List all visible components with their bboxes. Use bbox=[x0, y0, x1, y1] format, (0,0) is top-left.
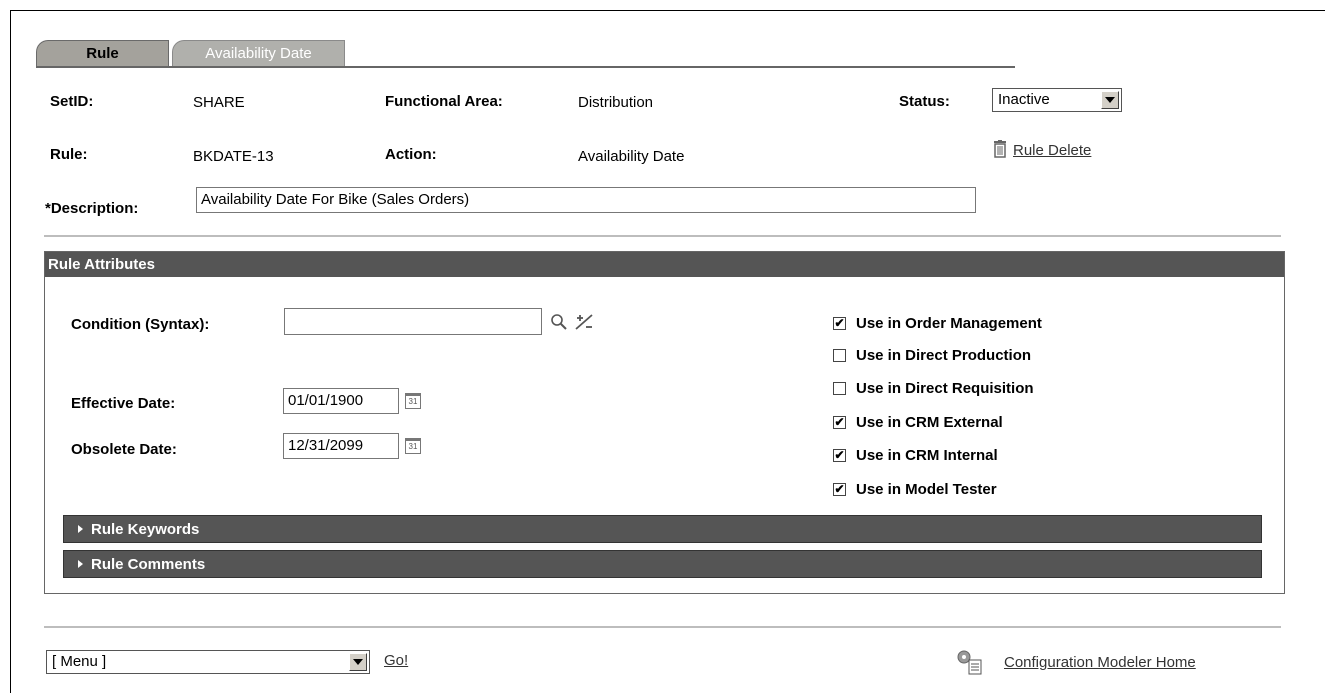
checkbox[interactable] bbox=[833, 381, 846, 395]
description-label: *Description: bbox=[45, 200, 139, 217]
rule-keywords-section[interactable]: Rule Keywords bbox=[63, 515, 1262, 543]
effective-date-input[interactable]: 01/01/1900 bbox=[283, 388, 399, 414]
menu-select[interactable]: [ Menu ] bbox=[46, 650, 370, 674]
functional-area-value: Distribution bbox=[578, 94, 654, 111]
rule-value: BKDATE-13 bbox=[193, 148, 274, 165]
tab-underline bbox=[36, 66, 1015, 68]
syntax-icon[interactable] bbox=[573, 312, 595, 332]
description-input[interactable]: Availability Date For Bike (Sales Orders… bbox=[196, 187, 976, 213]
trash-icon[interactable] bbox=[993, 140, 1007, 158]
checkbox-label: Use in Order Management bbox=[856, 314, 1042, 332]
search-icon[interactable] bbox=[550, 313, 568, 331]
checkbox[interactable] bbox=[833, 348, 846, 362]
status-label: Status: bbox=[899, 93, 950, 110]
checkbox-row[interactable]: Use in Direct Requisition bbox=[833, 378, 1034, 398]
condition-label: Condition (Syntax): bbox=[71, 316, 210, 333]
checkbox-row[interactable]: ✔ Use in CRM Internal bbox=[833, 445, 998, 465]
checkbox-label: Use in Direct Requisition bbox=[856, 379, 1034, 397]
checkbox-label: Use in Direct Production bbox=[856, 346, 1032, 364]
condition-input[interactable] bbox=[284, 308, 542, 335]
setid-label: SetID: bbox=[50, 93, 94, 110]
expand-triangle-icon bbox=[78, 560, 83, 569]
setid-value: SHARE bbox=[193, 94, 245, 111]
calendar-icon[interactable]: 31 bbox=[405, 393, 421, 409]
obsolete-date-input[interactable]: 12/31/2099 bbox=[283, 433, 399, 459]
checkbox-row[interactable]: ✔ Use in Order Management bbox=[833, 313, 1042, 333]
tab-rule[interactable]: Rule bbox=[36, 40, 169, 66]
action-value: Availability Date bbox=[578, 148, 685, 165]
rule-comments-label: Rule Comments bbox=[91, 556, 206, 573]
checkbox[interactable]: ✔ bbox=[833, 448, 846, 462]
divider bbox=[44, 235, 1281, 237]
expand-triangle-icon bbox=[78, 525, 83, 534]
divider bbox=[44, 626, 1281, 628]
tab-availability-date[interactable]: Availability Date bbox=[172, 40, 345, 66]
rule-comments-section[interactable]: Rule Comments bbox=[63, 550, 1262, 578]
checkbox[interactable]: ✔ bbox=[833, 482, 846, 496]
status-select[interactable]: Inactive bbox=[992, 88, 1122, 112]
checkbox-row[interactable]: ✔ Use in Model Tester bbox=[833, 479, 997, 499]
checkbox-label: Use in CRM Internal bbox=[856, 446, 998, 464]
chevron-down-icon[interactable] bbox=[1101, 91, 1119, 109]
checkbox-row[interactable]: Use in Direct Production bbox=[833, 345, 1031, 365]
configuration-modeler-home-link[interactable]: Configuration Modeler Home bbox=[1004, 654, 1196, 671]
functional-area-label: Functional Area: bbox=[385, 93, 503, 110]
go-link[interactable]: Go! bbox=[384, 652, 408, 669]
rule-attributes-header: Rule Attributes bbox=[45, 252, 1284, 277]
effective-date-label: Effective Date: bbox=[71, 395, 176, 412]
rule-keywords-label: Rule Keywords bbox=[91, 521, 200, 538]
action-label: Action: bbox=[385, 146, 437, 163]
menu-select-value: [ Menu ] bbox=[52, 653, 107, 670]
checkbox-label: Use in Model Tester bbox=[856, 480, 997, 498]
chevron-down-icon[interactable] bbox=[349, 653, 367, 671]
status-select-value: Inactive bbox=[998, 91, 1050, 108]
calendar-icon[interactable]: 31 bbox=[405, 438, 421, 454]
modeler-home-icon[interactable] bbox=[955, 648, 985, 676]
rule-label: Rule: bbox=[50, 146, 88, 163]
checkbox-label: Use in CRM External bbox=[856, 413, 1003, 431]
checkbox[interactable]: ✔ bbox=[833, 316, 846, 330]
rule-delete-link[interactable]: Rule Delete bbox=[1013, 142, 1091, 159]
obsolete-date-label: Obsolete Date: bbox=[71, 441, 177, 458]
checkbox-row[interactable]: ✔ Use in CRM External bbox=[833, 412, 1003, 432]
checkbox[interactable]: ✔ bbox=[833, 415, 846, 429]
